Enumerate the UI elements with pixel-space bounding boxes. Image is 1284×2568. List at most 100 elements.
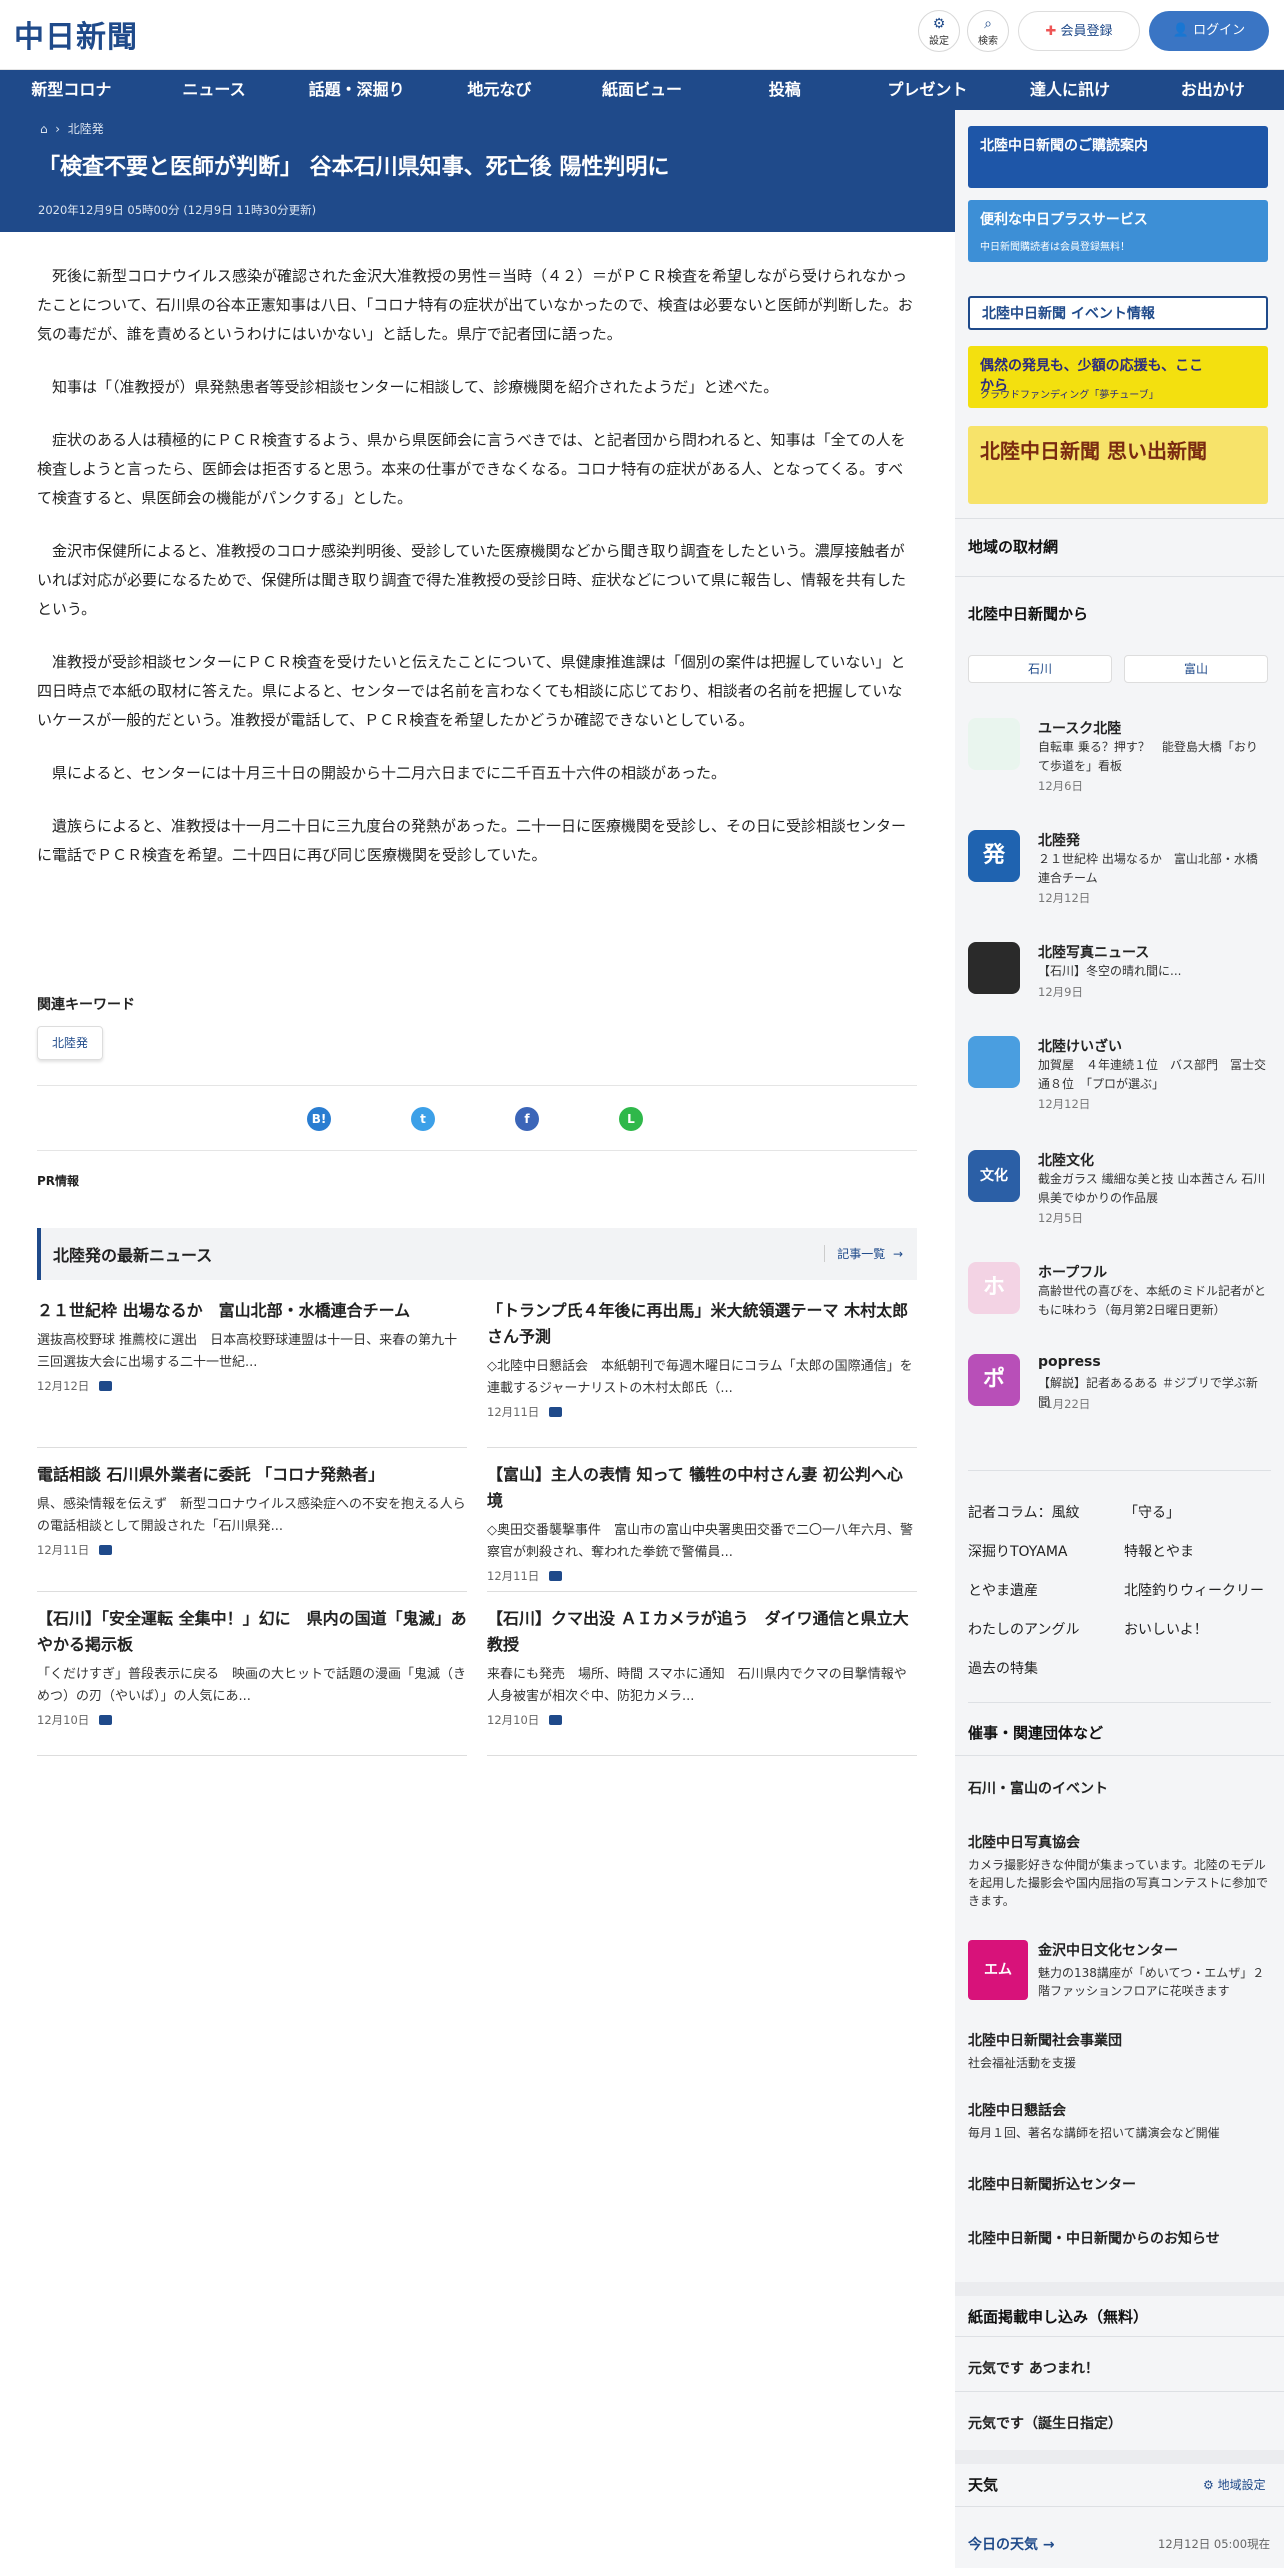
news-card[interactable]: 「トランプ氏４年後に再出馬」米大統領選テーマ 木村太郎さん予測 ◇北陸中日懇話会 … <box>487 1298 917 1420</box>
apply-item[interactable]: 元気です（誕生日指定） <box>968 2413 1122 2433</box>
event-name[interactable]: 北陸中日懇話会 <box>968 2100 1273 2120</box>
event-name[interactable]: 北陸中日新聞社会事業団 <box>968 2030 1273 2050</box>
sidebar-link[interactable]: とやま遺産 <box>968 1580 1038 1600</box>
column-name[interactable]: ホープフル <box>1038 1262 1107 1282</box>
event-item[interactable]: 金沢中日文化センター 魅力の138講座が「めいてつ・エムザ」２階ファッションフロア… <box>1038 1940 1273 2000</box>
column-item[interactable]: ポ popress 【解説】記者あるある ＃ジブリで学ぶ新聞 11月22日 <box>968 1354 1268 1434</box>
column-item[interactable]: 文化 北陸文化 截金ガラス 繊細な美と技 山本茜さん 石川県美でゆかりの作品展 12月… <box>968 1150 1268 1230</box>
event-item[interactable]: 北陸中日新聞・中日新聞からのお知らせ <box>968 2228 1273 2252</box>
nav-item[interactable]: ニュース <box>143 70 286 110</box>
sidebar-link[interactable]: 北陸釣りウィークリー <box>1124 1580 1264 1600</box>
column-name[interactable]: 北陸発 <box>1038 830 1080 850</box>
home-icon[interactable]: ⌂ <box>40 122 48 136</box>
column-item[interactable]: 北陸けいざい 加賀屋 ４年連続１位 バス部門 冨士交通８位 「プロが選ぶ」 12月1… <box>968 1036 1268 1116</box>
news-card-date: 12月10日 <box>37 1712 467 1728</box>
column-item[interactable]: 発北陸発 ２１世紀枠 出場なるか 富山北部・水橋連合チーム 12月12日 <box>968 830 1268 910</box>
sidebar-banner[interactable]: 北陸中日新聞のご購読案内 <box>968 126 1268 188</box>
site-header: 中日新聞 ⚙ 設定 ⌕ 検索 ✚ 会員登録 👤 ログイン <box>0 0 1284 70</box>
twitter-icon[interactable]: t <box>411 1107 435 1131</box>
event-item[interactable]: 北陸中日新聞折込センター <box>968 2174 1273 2198</box>
sidebar-link[interactable]: 深掘りTOYAMA <box>968 1541 1068 1561</box>
search-button[interactable]: ⌕ 検索 <box>967 10 1009 52</box>
event-name[interactable]: 北陸中日新聞・中日新聞からのお知らせ <box>968 2228 1273 2248</box>
event-desc: 社会福祉活動を支援 <box>968 2056 1077 2070</box>
login-button[interactable]: 👤 ログイン <box>1149 11 1269 51</box>
news-card-title[interactable]: ２１世紀枠 出場なるか 富山北部・水橋連合チーム <box>37 1298 467 1324</box>
site-logo[interactable]: 中日新聞 <box>14 12 138 56</box>
column-name[interactable]: 北陸文化 <box>1038 1150 1094 1170</box>
gear-icon: ⚙ <box>932 16 946 32</box>
sidebar-banner[interactable]: 偶然の発見も、少額の応援も、ここから クラウドファンディング「夢チューブ」 <box>968 346 1268 408</box>
event-item[interactable]: 北陸中日写真協会 カメラ撮影好きな仲間が集まっています。北陸のモデルを起用した撮影… <box>968 1832 1273 1910</box>
column-item[interactable]: ユースク北陸 自転車 乗る？押す？ 能登島大橋「おりて歩道を」看板 12月6日 <box>968 718 1268 798</box>
user-icon: 👤 <box>1172 23 1190 38</box>
event-name[interactable]: 北陸中日写真協会 <box>968 1832 1273 1852</box>
events-sub[interactable]: 石川・富山のイベント <box>968 1778 1108 1798</box>
column-name[interactable]: ユースク北陸 <box>1038 718 1121 738</box>
weather-setting-link[interactable]: ⚙ 地域設定 <box>1203 2476 1266 2493</box>
region-title[interactable]: 地域の取材網 <box>968 536 1058 557</box>
column-name[interactable]: popress <box>1038 1354 1101 1370</box>
nav-item[interactable]: 地元なび <box>428 70 571 110</box>
column-item[interactable]: ホホープフル 高齢世代の喜びを、本紙のミドル記者がともに味わう（毎月第2日曜日更新… <box>968 1262 1268 1342</box>
latest-news-more-link[interactable]: 記事一覧 → <box>824 1245 903 1262</box>
sidebar-link[interactable]: 特報とやま <box>1124 1541 1194 1561</box>
hopeful-icon: ホ <box>968 1262 1020 1314</box>
column-item[interactable]: 北陸写真ニュース 【石川】冬空の晴れ間に... 12月9日 <box>968 942 1268 1022</box>
nav-item[interactable]: プレゼント <box>856 70 999 110</box>
breadcrumb-current[interactable]: 北陸発 <box>68 122 104 136</box>
nav-item[interactable]: 投稿 <box>713 70 856 110</box>
nav-item[interactable]: 話題・深掘り <box>285 70 428 110</box>
facebook-icon[interactable]: f <box>515 1107 539 1131</box>
news-card-desc: 来春にも発売 場所、時間 スマホに通知 石川県内でクマの目撃情報や人身被害が相次… <box>487 1667 907 1704</box>
camera-icon <box>549 1407 563 1417</box>
news-card-title[interactable]: 【石川】「安全運転 全集中！」幻に 県内の国道「鬼滅」あやかる掲示板 <box>37 1606 467 1658</box>
from-title: 北陸中日新聞から <box>968 605 1089 623</box>
column-name[interactable]: 北陸けいざい <box>1038 1036 1122 1056</box>
column-name[interactable]: 北陸写真ニュース <box>1038 942 1149 962</box>
event-item[interactable]: 北陸中日懇話会 毎月１回、著名な講師を招いて講演会など開催 <box>968 2100 1273 2142</box>
card-divider <box>37 1591 467 1592</box>
sidebar-banner[interactable]: 便利な中日プラスサービス 中日新聞購読者は会員登録無料！ <box>968 200 1268 262</box>
region-button-toyama[interactable]: 富山 <box>1124 655 1268 683</box>
sidebar-link[interactable]: 過去の特集 <box>968 1658 1038 1678</box>
news-card[interactable]: 【石川】「安全運転 全集中！」幻に 県内の国道「鬼滅」あやかる掲示板 「くだけすぎ… <box>37 1606 467 1728</box>
article-paragraph: 金沢市保健所によると、准教授のコロナ感染判明後、受診していた医療機関などから聞き… <box>37 542 906 618</box>
news-card-title[interactable]: 電話相談 石川県外業者に委託 「コロナ発熱者」 <box>37 1462 467 1488</box>
news-card-title[interactable]: 【石川】クマ出没 ＡＩカメラが追う ダイワ通信と県立大教授 <box>487 1606 917 1658</box>
register-button[interactable]: ✚ 会員登録 <box>1018 11 1140 51</box>
nav-item[interactable]: 達人に訊け <box>999 70 1142 110</box>
card-divider <box>487 1447 917 1448</box>
news-card-title[interactable]: 【富山】主人の表情 知って 犠牲の中村さん妻 初公判へ心境 <box>487 1462 917 1514</box>
nav-item[interactable]: 紙面ビュー <box>571 70 714 110</box>
news-card[interactable]: 【石川】クマ出没 ＡＩカメラが追う ダイワ通信と県立大教授来春にも発売 場所、時… <box>487 1606 917 1728</box>
nav-item[interactable]: 新型コロナ <box>0 70 143 110</box>
event-name[interactable]: 北陸中日新聞折込センター <box>968 2174 1273 2194</box>
line-icon[interactable]: L <box>619 1107 643 1131</box>
region-button-ishikawa[interactable]: 石川 <box>968 655 1112 683</box>
news-card[interactable]: 【富山】主人の表情 知って 犠牲の中村さん妻 初公判へ心境 ◇奥田交番襲撃事件 富… <box>487 1462 917 1584</box>
sidebar-banner[interactable]: 北陸中日新聞 思い出新聞 <box>968 426 1268 504</box>
apply-item[interactable]: 元気です あつまれ！ <box>968 2358 1099 2378</box>
sidebar-banner[interactable]: 北陸中日新聞 イベント情報 <box>968 296 1268 330</box>
event-item[interactable]: 北陸中日新聞社会事業団社会福祉活動を支援 <box>968 2030 1273 2072</box>
settings-button[interactable]: ⚙ 設定 <box>918 10 960 52</box>
sidebar-link[interactable]: 記者コラム：風紋 <box>968 1502 1080 1522</box>
sidebar-link[interactable]: わたしのアングル <box>968 1619 1079 1639</box>
sidebar-link[interactable]: 「守る」 <box>1124 1502 1180 1522</box>
gear-icon: ⚙ <box>1203 2478 1214 2492</box>
news-card-title[interactable]: 「トランプ氏４年後に再出馬」米大統領選テーマ 木村太郎さん予測 <box>487 1298 917 1350</box>
hatena-bookmark-icon[interactable]: B! <box>307 1107 331 1131</box>
nav-item[interactable]: お出かけ <box>1141 70 1284 110</box>
camera-icon <box>99 1545 113 1555</box>
weather-today-link[interactable]: 今日の天気 → <box>968 2534 1055 2554</box>
plus-icon: ✚ <box>1045 24 1057 39</box>
event-name[interactable]: 金沢中日文化センター <box>1038 1940 1273 1960</box>
news-card[interactable]: 電話相談 石川県外業者に委託 「コロナ発熱者」 県、感染情報を伝えず 新型コロナウ… <box>37 1462 467 1558</box>
keyword-tag[interactable]: 北陸発 <box>37 1026 104 1060</box>
news-card-desc: ◇奥田交番襲撃事件 富山市の富山中央署奥田交番で二〇一八年六月、警察官が刺殺され… <box>487 1523 913 1560</box>
divider <box>968 1470 1271 1471</box>
news-card[interactable]: ２１世紀枠 出場なるか 富山北部・水橋連合チーム 選抜高校野球 推薦校に選出 日本… <box>37 1298 467 1394</box>
sidebar-link[interactable]: おいしいよ！ <box>1124 1619 1208 1639</box>
global-nav: 新型コロナ ニュース 話題・深掘り 地元なび 紙面ビュー 投稿 プレゼント 達人に訊け お出かけ <box>0 70 1284 110</box>
